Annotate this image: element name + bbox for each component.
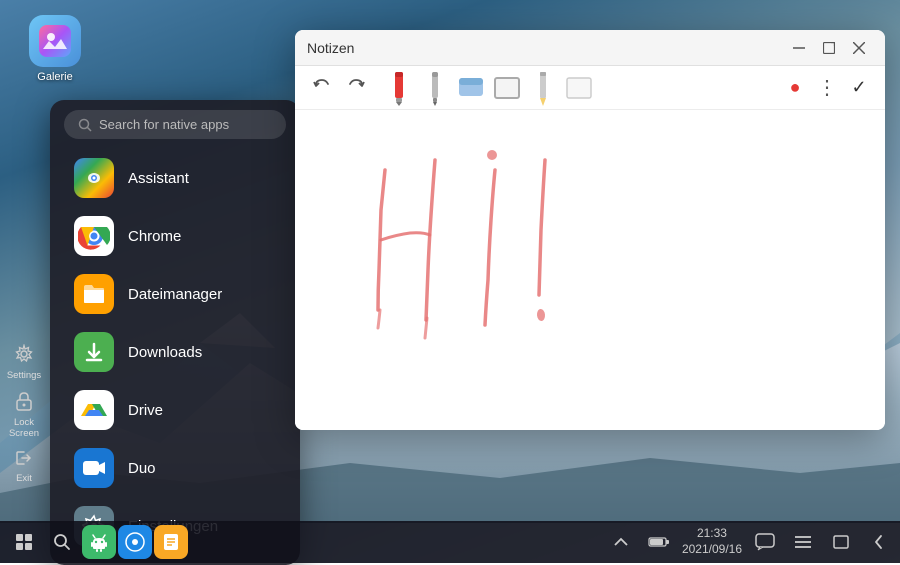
- chrome-label: Chrome: [128, 228, 181, 245]
- lock-icon: [15, 391, 33, 416]
- grid-icon[interactable]: [6, 524, 42, 560]
- toolbar-nav: [307, 74, 371, 101]
- search-icon: [78, 118, 92, 132]
- search-placeholder: Search for native apps: [99, 117, 229, 132]
- dateimanager-icon: [74, 274, 114, 314]
- app-item-chrome[interactable]: Chrome: [56, 207, 294, 265]
- window-icon[interactable]: [826, 527, 856, 557]
- minimize-button[interactable]: [785, 34, 813, 62]
- exit-icon: [14, 449, 34, 472]
- android-icon-taskbar[interactable]: [82, 525, 116, 559]
- assistant-label: Assistant: [128, 170, 189, 187]
- desktop: Galerie Search for native apps Assistant: [0, 0, 900, 563]
- back-icon[interactable]: [864, 527, 894, 557]
- close-button[interactable]: [845, 34, 873, 62]
- app-item-assistant[interactable]: Assistant: [56, 149, 294, 207]
- drive-label: Drive: [128, 402, 163, 419]
- search-icon-taskbar[interactable]: [44, 524, 80, 560]
- duo-icon: [74, 448, 114, 488]
- ballpoint-tool[interactable]: [419, 70, 451, 106]
- left-sidebar: Settings Lock Screen Exit: [0, 0, 48, 520]
- notizen-title: Notizen: [307, 40, 783, 56]
- notizen-canvas[interactable]: [295, 110, 885, 430]
- assistant-icon: [74, 158, 114, 198]
- menu-icon[interactable]: [788, 527, 818, 557]
- app-drawer: Search for native apps Assistant: [50, 100, 300, 565]
- check-button[interactable]: ✓: [845, 74, 873, 102]
- settings-label: Settings: [7, 370, 41, 381]
- chat-icon[interactable]: [750, 527, 780, 557]
- notizen-window: Notizen: [295, 30, 885, 430]
- shape-rect-tool[interactable]: [491, 70, 523, 106]
- clock: 21:33 2021/09/16: [682, 526, 742, 557]
- exit-item[interactable]: Exit: [1, 445, 47, 488]
- eraser-tool[interactable]: [455, 70, 487, 106]
- launcher-icon-taskbar[interactable]: [118, 525, 152, 559]
- downloads-label: Downloads: [128, 344, 202, 361]
- app-item-dateimanager[interactable]: Dateimanager: [56, 265, 294, 323]
- time-display: 21:33: [682, 526, 742, 542]
- drive-icon: [74, 390, 114, 430]
- duo-label: Duo: [128, 460, 156, 477]
- undo-button[interactable]: [307, 74, 337, 101]
- settings-icon: [14, 344, 34, 369]
- taskbar-left: [6, 524, 188, 560]
- battery-icon[interactable]: [644, 527, 674, 557]
- pencil-tool[interactable]: [527, 70, 559, 106]
- notes-icon-taskbar[interactable]: [154, 525, 188, 559]
- chrome-icon: [74, 216, 114, 256]
- lock-screen-item[interactable]: Lock Screen: [1, 387, 47, 443]
- marker-tool[interactable]: [383, 70, 415, 106]
- search-bar[interactable]: Search for native apps: [64, 110, 286, 139]
- lock-screen-label: Lock Screen: [3, 417, 45, 439]
- date-display: 2021/09/16: [682, 542, 742, 558]
- taskbar: 21:33 2021/09/16: [0, 521, 900, 563]
- app-item-drive[interactable]: Drive: [56, 381, 294, 439]
- chevron-up-icon[interactable]: [606, 527, 636, 557]
- maximize-button[interactable]: [815, 34, 843, 62]
- settings-item[interactable]: Settings: [1, 340, 47, 385]
- shape-rect2-tool[interactable]: [563, 70, 595, 106]
- exit-label: Exit: [16, 473, 32, 484]
- record-button[interactable]: ●: [781, 74, 809, 102]
- notizen-toolbar: ● ⋮ ✓: [295, 66, 885, 110]
- more-button[interactable]: ⋮: [813, 74, 841, 102]
- redo-button[interactable]: [341, 74, 371, 101]
- taskbar-right: 21:33 2021/09/16: [606, 526, 894, 557]
- notizen-titlebar: Notizen: [295, 30, 885, 66]
- canvas-drawing: [295, 110, 885, 430]
- dateimanager-label: Dateimanager: [128, 286, 222, 303]
- app-item-downloads[interactable]: Downloads: [56, 323, 294, 381]
- downloads-icon: [74, 332, 114, 372]
- app-item-duo[interactable]: Duo: [56, 439, 294, 497]
